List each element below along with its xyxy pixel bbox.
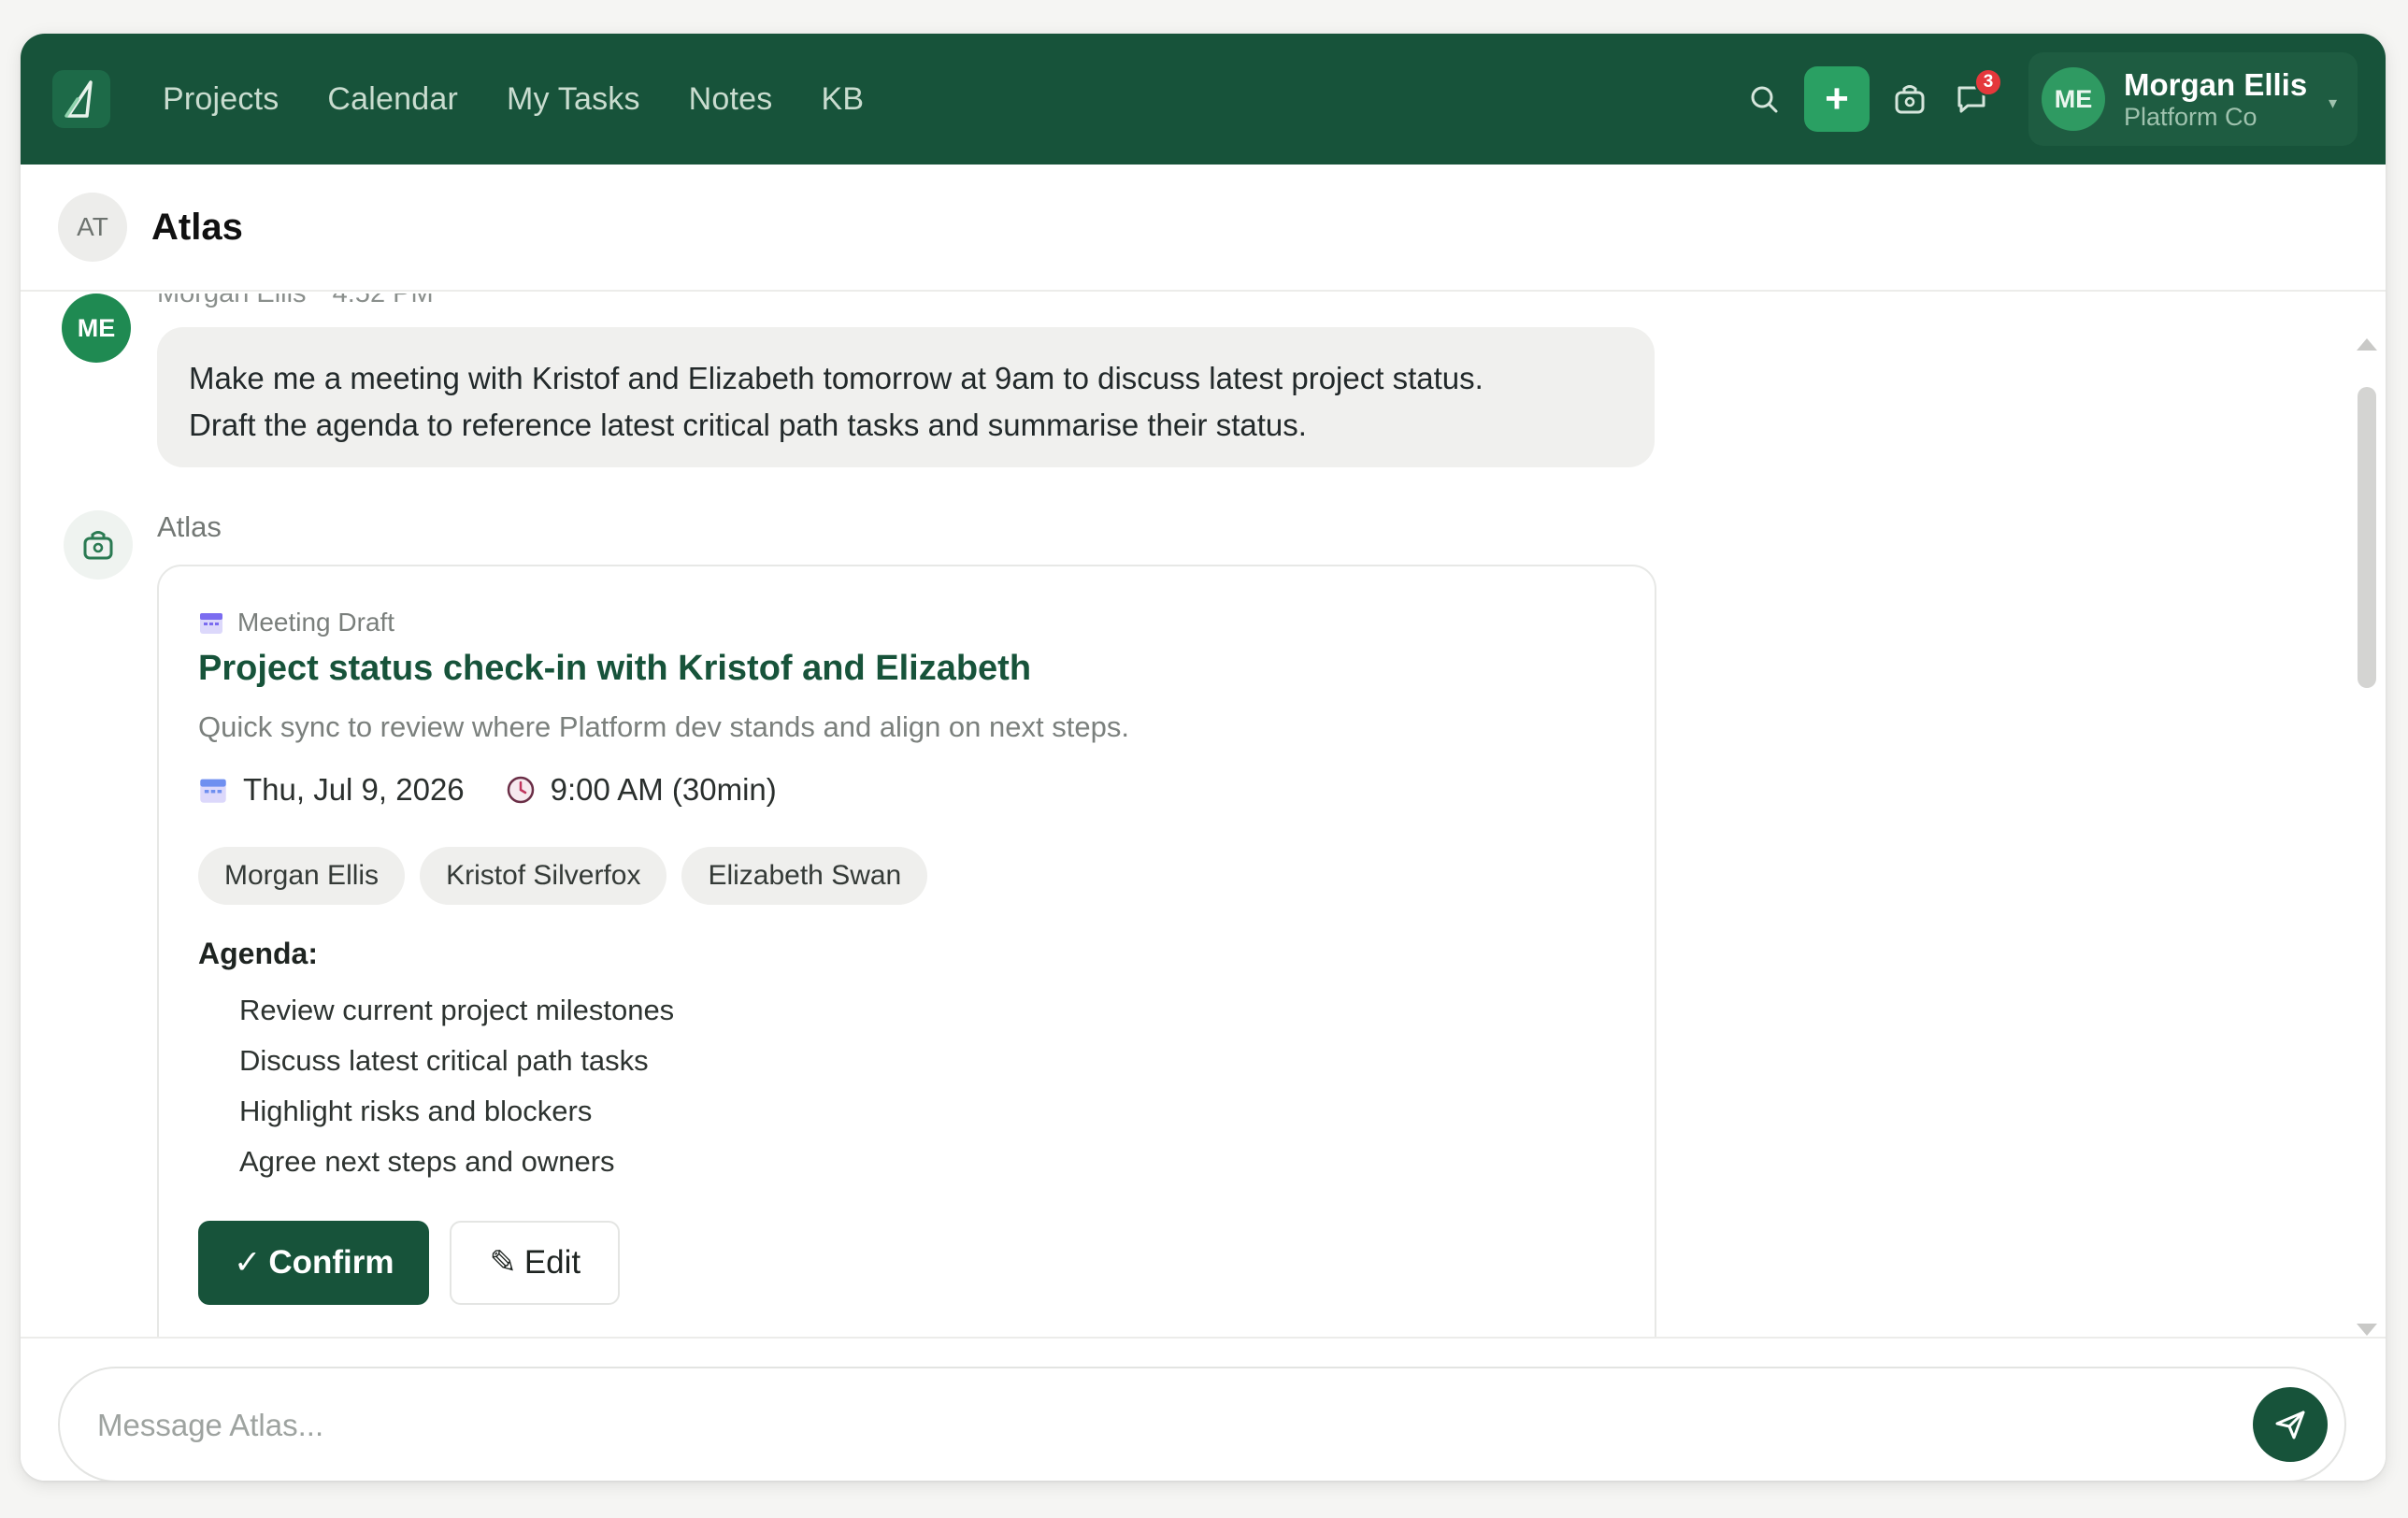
user-menu[interactable]: ME Morgan Ellis Platform Co ▾: [2028, 52, 2358, 146]
message-input[interactable]: [97, 1395, 2172, 1456]
chat-title: Atlas: [151, 206, 243, 248]
card-kicker: Meeting Draft: [198, 608, 394, 637]
scrollbar[interactable]: [2354, 305, 2380, 1336]
meeting-date-text: Thu, Jul 9, 2026: [243, 772, 465, 807]
composer-area: [21, 1337, 2386, 1481]
agenda-list: Review current project milestones Discus…: [239, 985, 674, 1187]
create-button[interactable]: +: [1804, 66, 1870, 132]
nav-link-kb[interactable]: KB: [822, 81, 865, 118]
agenda-label: Agenda:: [198, 937, 318, 970]
meeting-date: Thu, Jul 9, 2026: [198, 772, 465, 808]
robot-icon: [1895, 85, 1925, 114]
message-text-line: Make me a meeting with Kristof and Eliza…: [189, 361, 1484, 395]
nav-link-calendar[interactable]: Calendar: [327, 81, 458, 118]
meeting-draft-card: Meeting Draft Project status check-in wi…: [157, 565, 1656, 1337]
plus-icon: +: [1825, 76, 1849, 122]
robot-icon: [83, 531, 113, 560]
chat-header: AT Atlas: [21, 165, 2386, 292]
notification-badge: 3: [1974, 68, 2002, 96]
attendee-chip: Elizabeth Swan: [681, 847, 928, 905]
agenda-item: Agree next steps and owners: [239, 1145, 615, 1178]
agenda-item: Highlight risks and blockers: [239, 1095, 593, 1127]
nav-actions: + 3 ME Morgan Ellis Platform Co ▾: [1733, 34, 2358, 165]
user-message-avatar: ME: [62, 294, 131, 363]
message-time: 4:52 PM: [332, 294, 434, 308]
check-icon: ✓: [234, 1244, 262, 1281]
message-author: Morgan Ellis: [157, 294, 307, 308]
chat-avatar: AT: [58, 193, 127, 262]
user-message-bubble: Make me a meeting with Kristof and Eliza…: [157, 327, 1655, 467]
search-icon: [1751, 86, 1778, 113]
scroll-up-arrow-icon[interactable]: [2357, 338, 2377, 351]
message-meta: Morgan Ellis 4:52 PM: [157, 294, 434, 309]
meeting-title: Project status check-in with Kristof and…: [198, 649, 1032, 688]
nav-link-projects[interactable]: Projects: [163, 81, 279, 118]
assistant-avatar: [64, 510, 133, 580]
agenda-item: Review current project milestones: [239, 994, 675, 1026]
user-info: Morgan Ellis Platform Co: [2124, 67, 2307, 131]
user-org: Platform Co: [2124, 103, 2258, 131]
messages-button[interactable]: 3: [1941, 68, 2002, 130]
message-composer: [58, 1367, 2346, 1481]
confirm-button[interactable]: ✓ Confirm: [198, 1221, 430, 1305]
clock-icon: [507, 776, 534, 804]
attendee-list: Morgan Ellis Kristof Silverfox Elizabeth…: [198, 847, 928, 905]
nav-link-notes[interactable]: Notes: [689, 81, 773, 118]
nav-links: Projects Calendar My Tasks Notes KB: [163, 34, 864, 165]
edit-label: Edit: [523, 1244, 581, 1281]
meeting-time: 9:00 AM (30min): [506, 772, 777, 808]
meeting-description: Quick sync to review where Platform dev …: [198, 710, 1129, 743]
avatar: ME: [2042, 67, 2105, 131]
agenda-item: Discuss latest critical path tasks: [239, 1044, 649, 1077]
card-actions: ✓ Confirm ✎ Edit: [198, 1221, 621, 1305]
scrollbar-thumb[interactable]: [2358, 387, 2376, 688]
logo-icon: [64, 80, 93, 118]
top-nav: Projects Calendar My Tasks Notes KB + 3 …: [21, 34, 2386, 165]
app-window: Projects Calendar My Tasks Notes KB + 3 …: [21, 34, 2386, 1481]
send-icon: [2275, 1411, 2305, 1439]
send-button[interactable]: [2253, 1387, 2328, 1462]
calendar-icon: [200, 613, 222, 634]
nav-link-my-tasks[interactable]: My Tasks: [507, 81, 640, 118]
search-button[interactable]: [1733, 68, 1795, 130]
assistant-name: Atlas: [157, 510, 222, 543]
confirm-label: Confirm: [268, 1244, 394, 1281]
meeting-when: Thu, Jul 9, 2026 9:00 AM (30min): [198, 772, 818, 808]
calendar-icon: [200, 779, 226, 803]
app-logo[interactable]: [52, 70, 110, 128]
edit-button[interactable]: ✎ Edit: [450, 1221, 621, 1305]
attendee-chip: Kristof Silverfox: [420, 847, 667, 905]
meeting-time-text: 9:00 AM (30min): [550, 772, 777, 807]
chevron-down-icon: ▾: [2328, 93, 2337, 112]
pencil-icon: ✎: [489, 1244, 517, 1281]
scroll-down-arrow-icon[interactable]: [2357, 1324, 2377, 1336]
message-list[interactable]: ME Morgan Ellis 4:52 PM Make me a meetin…: [21, 294, 2358, 1337]
assistant-button[interactable]: [1879, 68, 1941, 130]
message-text-line: Draft the agenda to reference latest cri…: [189, 408, 1307, 442]
card-kicker-label: Meeting Draft: [237, 608, 395, 637]
attendee-chip: Morgan Ellis: [198, 847, 406, 905]
user-name: Morgan Ellis: [2124, 67, 2308, 102]
